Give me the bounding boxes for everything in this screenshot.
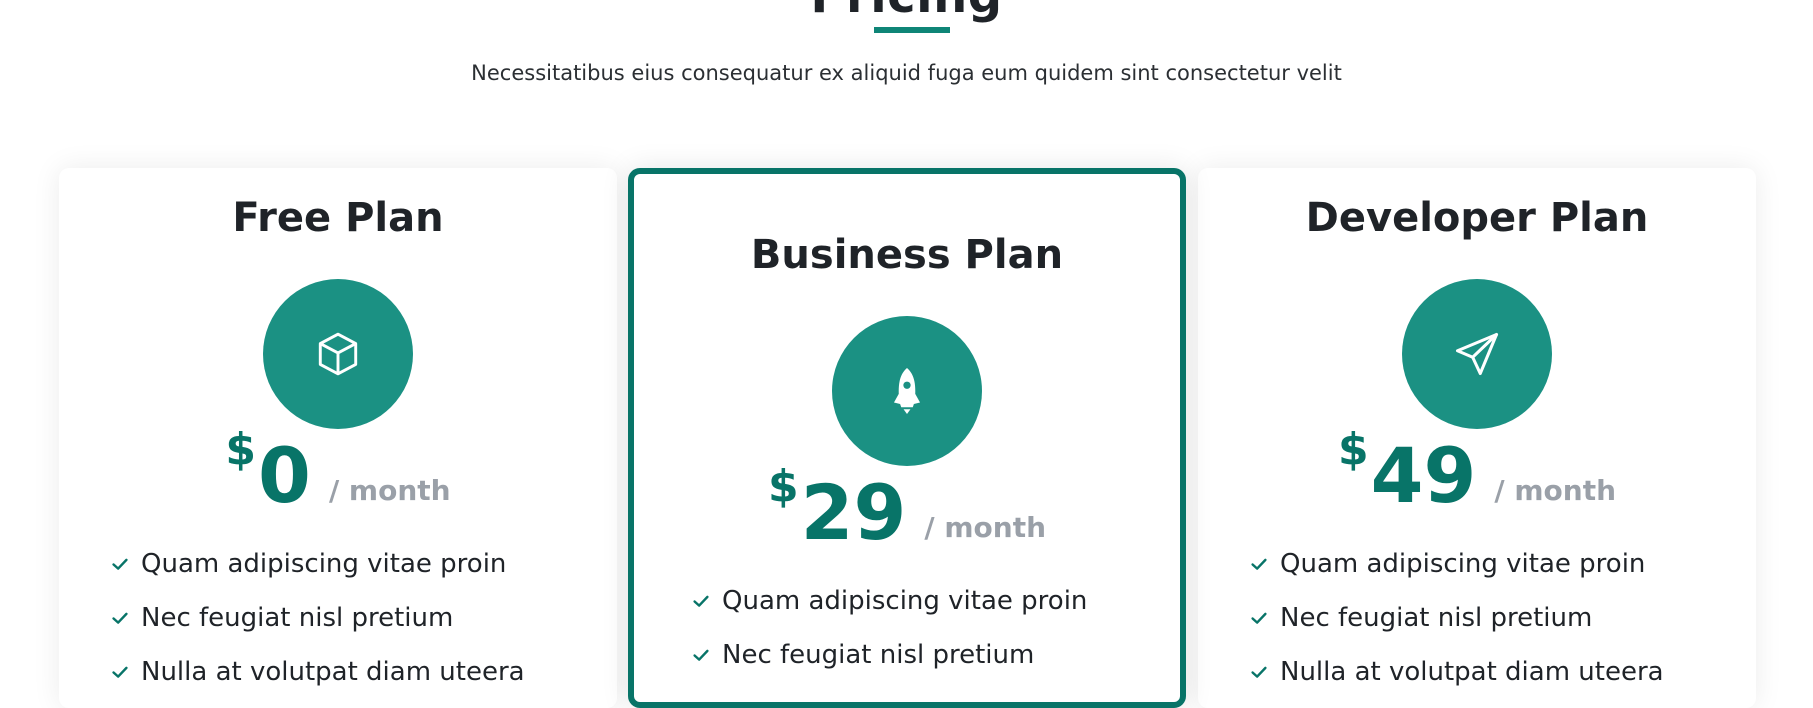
feature-item: Nulla at volutpat diam uteera: [1248, 645, 1736, 699]
price: $0/ month: [59, 426, 617, 516]
feature-label: Nec feugiat nisl pretium: [722, 640, 1035, 670]
rocket-icon: [893, 368, 921, 414]
price-period: / month: [1494, 474, 1617, 507]
feature-label: Quam adipiscing vitae proin: [1280, 549, 1646, 579]
title-underline: [874, 27, 950, 33]
box-icon: [318, 332, 358, 376]
pricing-card-developer: Developer Plan $49/ month Quam adipiscin…: [1198, 168, 1756, 708]
feature-item: Nec feugiat nisl pretium: [690, 628, 1160, 682]
pricing-card-free: Free Plan $0/ month Quam adipiscing vita…: [59, 168, 617, 708]
price-currency: $: [767, 461, 799, 512]
feature-label: Nulla at volutpat diam uteera: [141, 657, 525, 687]
feature-label: Quam adipiscing vitae proin: [141, 549, 507, 579]
plan-name: Developer Plan: [1305, 195, 1649, 241]
plan-icon-circle: [263, 279, 413, 429]
feature-list: Quam adipiscing vitae proin Nec feugiat …: [109, 537, 597, 699]
check-icon: [112, 558, 128, 570]
feature-item: Quam adipiscing vitae proin: [690, 574, 1160, 628]
feature-item: Nec feugiat nisl pretium: [109, 591, 597, 645]
section-title: Pricing: [0, 0, 1813, 24]
feature-label: Quam adipiscing vitae proin: [722, 586, 1088, 616]
price-amount: 0: [258, 431, 311, 520]
price-period: / month: [328, 474, 451, 507]
price-period: / month: [924, 511, 1047, 544]
feature-label: Nulla at volutpat diam uteera: [1280, 657, 1664, 687]
plan-icon-circle: [1402, 279, 1552, 429]
plan-icon-circle: [832, 316, 982, 466]
plan-name: Free Plan: [232, 195, 444, 241]
check-icon: [1251, 666, 1267, 678]
feature-item: Nec feugiat nisl pretium: [1248, 591, 1736, 645]
check-icon: [693, 595, 709, 607]
plan-name: Business Plan: [750, 232, 1064, 278]
check-icon: [112, 612, 128, 624]
pricing-card-business: Business Plan $29/ month Quam adipiscing…: [628, 168, 1186, 708]
price: $49/ month: [1198, 426, 1756, 516]
check-icon: [1251, 612, 1267, 624]
feature-item: Quam adipiscing vitae proin: [109, 537, 597, 591]
send-icon: [1455, 332, 1499, 376]
price: $29/ month: [634, 463, 1180, 553]
feature-label: Nec feugiat nisl pretium: [141, 603, 454, 633]
feature-label: Nec feugiat nisl pretium: [1280, 603, 1593, 633]
section-subtitle: Necessitatibus eius consequatur ex aliqu…: [471, 61, 1342, 85]
price-amount: 29: [800, 468, 907, 557]
price-amount: 49: [1370, 431, 1477, 520]
check-icon: [112, 666, 128, 678]
price-currency: $: [1337, 424, 1369, 475]
feature-list: Quam adipiscing vitae proin Nec feugiat …: [690, 574, 1160, 682]
feature-list: Quam adipiscing vitae proin Nec feugiat …: [1248, 537, 1736, 699]
price-currency: $: [225, 424, 257, 475]
feature-item: Quam adipiscing vitae proin: [1248, 537, 1736, 591]
feature-item: Nulla at volutpat diam uteera: [109, 645, 597, 699]
check-icon: [1251, 558, 1267, 570]
check-icon: [693, 649, 709, 661]
